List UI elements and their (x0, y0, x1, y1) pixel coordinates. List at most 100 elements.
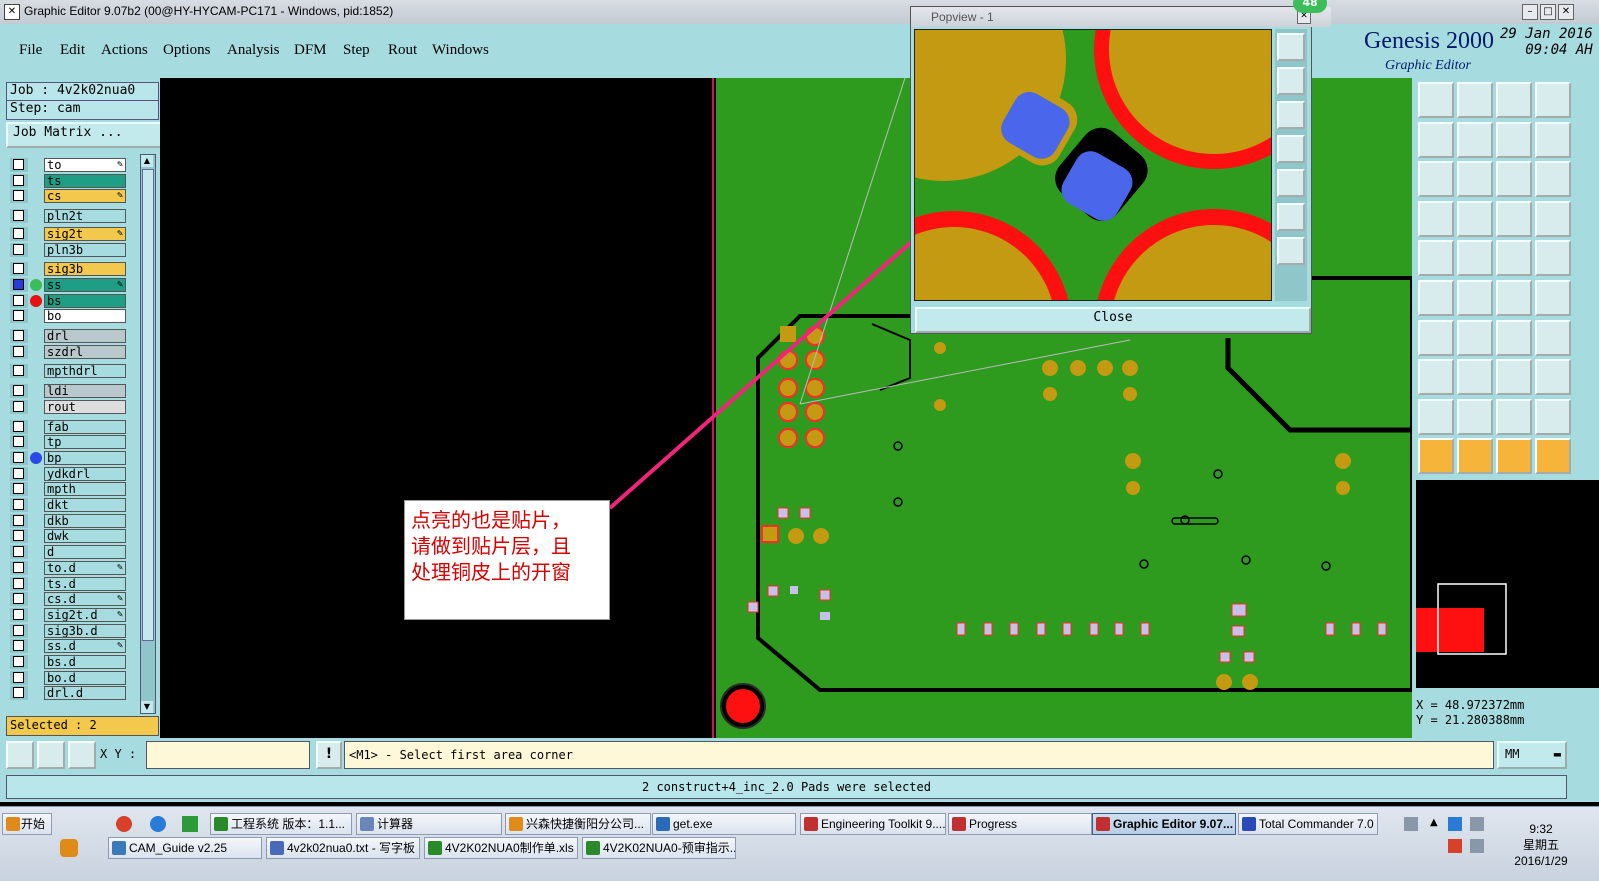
layer-name[interactable]: to.d ✎ (44, 560, 126, 575)
taskbar-item[interactable]: 计算器 (356, 813, 502, 835)
layer-checkbox[interactable] (13, 561, 24, 573)
zoom-window-icon[interactable] (1535, 82, 1571, 118)
job-matrix-button[interactable]: Job Matrix ... (6, 122, 163, 148)
line-2-icon[interactable] (1457, 319, 1493, 356)
taskbar-item[interactable]: Progress (948, 813, 1092, 835)
layer-name[interactable]: cs.d ✎ (44, 592, 126, 607)
layer-row[interactable]: bp (10, 450, 126, 465)
layer-checkbox[interactable] (13, 530, 24, 542)
layer-row[interactable]: sig2t.d ✎ (10, 607, 126, 622)
layer-row[interactable]: tp (10, 435, 126, 450)
layer-compare-2-icon[interactable] (1535, 200, 1571, 237)
zoom-previous-icon[interactable] (1496, 121, 1532, 158)
popview-pan-right-icon[interactable] (1277, 169, 1305, 197)
snap-icon[interactable] (6, 741, 34, 769)
layer-checkbox[interactable] (13, 420, 24, 432)
align-icon[interactable] (1535, 319, 1571, 356)
layer-name[interactable]: bo (44, 309, 126, 324)
fit-icon[interactable] (1418, 161, 1454, 198)
layer-row[interactable]: ts (10, 173, 126, 188)
layer-row[interactable]: bs.d (10, 655, 126, 669)
taskbar-item[interactable]: Total Commander 7.0 ... (1238, 813, 1378, 835)
taskbar-item[interactable]: Engineering Toolkit 9.... (800, 813, 946, 835)
layer-name[interactable]: fab (44, 419, 126, 434)
layer-checkbox[interactable] (13, 640, 24, 652)
help-icon[interactable] (1535, 161, 1571, 198)
layer-row[interactable]: mpthdrl (10, 364, 126, 379)
layer-checkbox[interactable] (13, 687, 24, 699)
layer-checkbox[interactable] (13, 210, 24, 222)
one-to-one-icon[interactable] (1496, 161, 1532, 198)
layer-checkbox[interactable] (13, 278, 24, 290)
layer-row[interactable]: ss.d ✎ (10, 639, 126, 654)
layer-name[interactable]: bs.d (44, 655, 126, 669)
menu-step[interactable]: Step (343, 42, 370, 59)
layer-compare-icon[interactable] (1496, 200, 1532, 237)
layer-checkbox[interactable] (13, 190, 24, 202)
layer-checkbox[interactable] (13, 243, 24, 255)
layer-row[interactable]: cs.d ✎ (10, 592, 126, 607)
layer-checkbox[interactable] (13, 400, 24, 412)
units-select[interactable]: MM ▬ (1497, 741, 1567, 769)
menu-windows[interactable]: Windows (432, 42, 489, 59)
group-icon[interactable] (1535, 359, 1571, 396)
home-icon[interactable] (1496, 82, 1532, 118)
layer-checkbox[interactable] (13, 227, 24, 239)
layer-name[interactable]: szdrl (44, 344, 126, 359)
draw-icon[interactable] (1457, 240, 1493, 277)
layer-checkbox[interactable] (13, 593, 24, 605)
grid-icon[interactable] (68, 741, 96, 769)
layer-checkbox[interactable] (13, 608, 24, 620)
layer-checkbox[interactable] (13, 451, 24, 463)
shape-3-icon[interactable] (1496, 398, 1532, 435)
layer-name[interactable]: sig3b.d (44, 623, 126, 638)
layer-checkbox[interactable] (13, 365, 24, 377)
menu-rout[interactable]: Rout (388, 42, 417, 59)
taskbar-item[interactable]: 4V2K02NUA0制作单.xls ... (424, 837, 578, 859)
taskbar-item[interactable]: 4v2k02nua0.txt - 写字板 (266, 837, 420, 859)
layer-row[interactable]: d (10, 545, 126, 560)
rotate-icon[interactable] (1535, 280, 1571, 316)
layer-checkbox[interactable] (13, 159, 24, 170)
layer-row[interactable]: dkb (10, 513, 126, 528)
tray-network-icon[interactable] (1404, 817, 1418, 831)
arc-icon[interactable] (1496, 319, 1532, 356)
popview-close-button[interactable]: Close (915, 307, 1311, 333)
menu-analysis[interactable]: Analysis (227, 42, 280, 59)
move-icon[interactable] (1496, 280, 1532, 316)
overview-map[interactable] (1416, 514, 1599, 688)
layer-scrollbar[interactable]: ▲ ▼ (140, 154, 156, 714)
menu-dfm[interactable]: DFM (294, 42, 327, 59)
layer-row[interactable]: mpth (10, 482, 126, 497)
ruler-icon[interactable] (1496, 240, 1532, 277)
layer-row[interactable]: ts.d (10, 576, 126, 591)
layer-checkbox[interactable] (13, 546, 24, 558)
popview-pan-left-icon[interactable] (1277, 135, 1305, 163)
layer-name[interactable]: sig2t.d ✎ (44, 607, 126, 622)
taskbar-item[interactable]: 4V2K02NUA0-预审指示.... (582, 837, 736, 859)
layer-checkbox[interactable] (13, 263, 24, 275)
layer-name[interactable]: sig2t ✎ (44, 226, 126, 241)
measure-icon[interactable] (37, 741, 65, 769)
popview-zoom-in-icon[interactable] (1277, 33, 1305, 61)
layer-row[interactable]: pln3b (10, 242, 126, 257)
layer-name[interactable]: tp (44, 435, 126, 450)
layer-row[interactable]: fab (10, 419, 126, 434)
pan-left-icon[interactable] (1418, 121, 1454, 158)
layer-row[interactable]: sig3b (10, 262, 126, 277)
layer-name[interactable]: to ✎ (44, 158, 126, 172)
popview-center-icon[interactable] (1277, 237, 1305, 265)
layer-name[interactable]: ts.d (44, 576, 126, 591)
close-window-button[interactable]: ✕ (1558, 4, 1574, 20)
start-button[interactable]: 开始 (2, 813, 52, 835)
select-4-icon[interactable] (1535, 438, 1571, 475)
layer-row[interactable]: to.d ✎ (10, 560, 126, 575)
layer-name[interactable]: cs ✎ (44, 189, 126, 204)
popview-pan-up-icon[interactable] (1277, 67, 1305, 95)
shape-icon[interactable] (1418, 398, 1454, 435)
taskbar-item[interactable]: 工程系统 版本：1.1... (210, 813, 352, 835)
taskbar-item[interactable]: get.exe (652, 813, 796, 835)
layer-name[interactable]: drl (44, 329, 126, 343)
layer-name[interactable]: drl.d (44, 686, 126, 701)
chrome-icon[interactable] (116, 816, 132, 832)
